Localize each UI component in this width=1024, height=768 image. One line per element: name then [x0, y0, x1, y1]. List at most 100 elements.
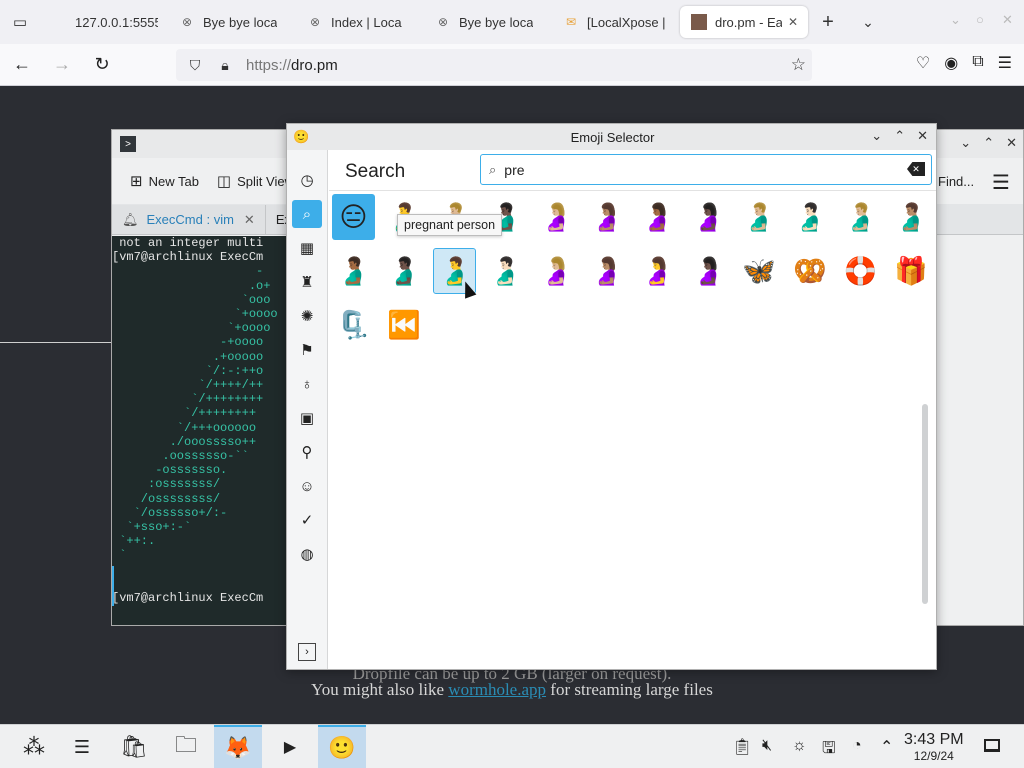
- emoji-cell[interactable]: 🫃🏼: [738, 194, 781, 240]
- terminal-output[interactable]: not an integer multi [vm7@archlinux Exec…: [112, 236, 292, 625]
- smiley-icon[interactable]: ☺: [292, 472, 322, 500]
- emoji-cell[interactable]: ⏮️: [383, 302, 426, 348]
- terminal-cursor: [112, 566, 114, 606]
- emoji-cell[interactable]: 🫃🏽: [890, 194, 933, 240]
- flag-icon[interactable]: ⚑: [292, 336, 322, 364]
- emoji-cell[interactable]: 🤰🏿: [687, 194, 730, 240]
- forward-arrow-icon[interactable]: →: [44, 49, 80, 81]
- file-manager-icon[interactable]: 🗀: [162, 725, 210, 768]
- maximize-icon[interactable]: ⌃: [983, 135, 994, 151]
- emoji-search-field[interactable]: ⌕ pre ✕: [480, 154, 932, 185]
- emoji-cell[interactable]: 🤰🏽: [586, 248, 629, 294]
- emoji-cell[interactable]: 🤰🏿: [687, 248, 730, 294]
- url-bar[interactable]: ⛉ 🔒︎ https://dro.pm ☆: [176, 49, 812, 81]
- reload-icon[interactable]: ↻: [84, 49, 120, 81]
- pocket-icon[interactable]: ♡: [916, 53, 930, 73]
- clear-search-icon[interactable]: ✕: [907, 162, 925, 176]
- konsole-tab-vim[interactable]: 🔔︎ ExecCmd : vim ✕: [112, 205, 266, 234]
- emoji-cell[interactable]: 🤰: [636, 248, 679, 294]
- browser-tab-1[interactable]: 127.0.0.1:5555/: [40, 6, 168, 38]
- search-icon[interactable]: ⌕: [292, 200, 322, 228]
- browser-tab-4[interactable]: ⊗ Bye bye loca: [424, 6, 552, 38]
- tab-list-icon[interactable]: ▭: [0, 0, 40, 44]
- maximize-icon[interactable]: ○: [976, 12, 984, 27]
- clipboard-icon[interactable]: 📋︎: [732, 737, 752, 757]
- checkmark-icon[interactable]: ✓: [292, 506, 322, 534]
- food-icon[interactable]: ✺: [292, 302, 322, 330]
- new-tab-button[interactable]: +: [808, 6, 848, 38]
- trophy-icon[interactable]: ♜: [292, 268, 322, 296]
- x-circle-icon: ⊗: [309, 15, 321, 29]
- lock-icon[interactable]: 🔒︎: [214, 57, 236, 74]
- mute-icon[interactable]: 🔇︎: [762, 737, 772, 755]
- emoji-cell[interactable]: 🛟: [839, 248, 882, 294]
- minimize-icon[interactable]: ⌄: [960, 135, 971, 151]
- terminal-line: [vm7@archlinux ExecCm: [112, 250, 264, 265]
- chevron-down-icon[interactable]: ⌄: [848, 6, 888, 38]
- new-tab-button[interactable]: ⊞ New Tab: [130, 172, 199, 190]
- extensions-icon[interactable]: ⧉: [972, 53, 983, 73]
- save-icon[interactable]: 🖫: [822, 737, 836, 764]
- emoji-cell[interactable]: 😑: [332, 194, 375, 240]
- discover-store-icon[interactable]: 🛍: [110, 725, 158, 768]
- split-view-icon: ◫: [216, 173, 232, 190]
- close-icon[interactable]: ✕: [917, 128, 928, 144]
- emoji-selector-window: 🙂 Emoji Selector ⌄ ⌃ ✕ ◷ ⌕ ▦ ♜ ✺ ⚑ ♁ ▣ ⚲…: [286, 123, 937, 670]
- emoji-selector-taskbar-icon[interactable]: 🙂: [318, 725, 366, 768]
- expand-tray-icon[interactable]: ⌃: [880, 737, 893, 757]
- minimize-icon[interactable]: ⌄: [871, 128, 882, 144]
- emoji-cell[interactable]: 🥨: [788, 248, 831, 294]
- emoji-cell[interactable]: 🤰🏼: [535, 248, 578, 294]
- emoji-cell[interactable]: 🫃🏻: [788, 194, 831, 240]
- emoji-cell[interactable]: 🗜️: [332, 302, 375, 348]
- hamburger-menu-icon[interactable]: ☰: [998, 53, 1012, 73]
- firefox-icon[interactable]: 🦊: [214, 725, 262, 768]
- terminal-text: not an integer multi [vm7@archlinux Exec…: [112, 236, 292, 605]
- browser-tab-active[interactable]: dro.pm - Ea ✕: [680, 6, 808, 38]
- symbols-grid-icon[interactable]: ▦: [292, 234, 322, 262]
- emoji-cell[interactable]: 🫃🏿: [383, 248, 426, 294]
- brightness-icon[interactable]: ☼: [792, 737, 807, 755]
- terminal-line: `/++++++++: [191, 392, 264, 407]
- collapse-sidebar-icon[interactable]: ›: [298, 643, 316, 661]
- system-settings-icon[interactable]: ☰: [58, 725, 106, 768]
- back-arrow-icon[interactable]: ←: [4, 49, 40, 81]
- minimize-icon[interactable]: ⌄: [950, 12, 961, 28]
- url-text[interactable]: https://dro.pm: [246, 57, 338, 74]
- show-desktop-icon[interactable]: [984, 739, 1000, 752]
- close-window-icon[interactable]: ✕: [1002, 12, 1013, 28]
- emoji-cell[interactable]: 🤰🏼: [535, 194, 578, 240]
- emoji-cell[interactable]: 🫃🏼: [839, 194, 882, 240]
- bookmark-star-icon[interactable]: ☆: [791, 55, 806, 75]
- konsole-icon[interactable]: ▶: [266, 725, 314, 768]
- clock[interactable]: 3:43 PM 12/9/24: [904, 731, 964, 763]
- ice-cream-icon[interactable]: ♁: [292, 370, 322, 398]
- browser-tab-2[interactable]: ⊗ Bye bye loca: [168, 6, 296, 38]
- emoji-cell[interactable]: 🫃🏾: [332, 248, 375, 294]
- emoji-cell[interactable]: 🫃🏻: [484, 248, 527, 294]
- account-icon[interactable]: ◉: [944, 53, 958, 73]
- close-tab-icon[interactable]: ✕: [244, 212, 255, 228]
- emoji-cell[interactable]: 🤰🏽: [586, 194, 629, 240]
- emoji-cell[interactable]: 🤰🏾: [636, 194, 679, 240]
- browser-tab-5[interactable]: ✉ [LocalXpose |: [552, 6, 680, 38]
- update-icon[interactable]: ◔: [852, 737, 862, 755]
- close-tab-icon[interactable]: ✕: [788, 15, 798, 29]
- find-button[interactable]: Find...: [938, 174, 974, 189]
- globe-icon[interactable]: ◍: [292, 540, 322, 568]
- wormhole-link[interactable]: wormhole.app: [448, 680, 546, 699]
- objects-grid-icon[interactable]: ▣: [292, 404, 322, 432]
- hamburger-menu-icon[interactable]: ☰: [992, 170, 1010, 195]
- person-icon[interactable]: ⚲: [292, 438, 322, 466]
- browser-tab-3[interactable]: ⊗ Index | Loca: [296, 6, 424, 38]
- app-launcher-icon[interactable]: ⁂: [10, 725, 58, 768]
- close-icon[interactable]: ✕: [1006, 135, 1017, 151]
- recent-icon[interactable]: ◷: [292, 166, 322, 194]
- scrollbar[interactable]: [922, 404, 928, 604]
- shield-icon[interactable]: ⛉: [184, 57, 206, 74]
- maximize-icon[interactable]: ⌃: [894, 128, 905, 144]
- search-input-value[interactable]: pre: [504, 162, 524, 178]
- emoji-cell[interactable]: 🦋: [738, 248, 781, 294]
- emoji-cell[interactable]: 🎁: [890, 248, 933, 294]
- split-view-button[interactable]: ◫ Split View: [217, 172, 294, 190]
